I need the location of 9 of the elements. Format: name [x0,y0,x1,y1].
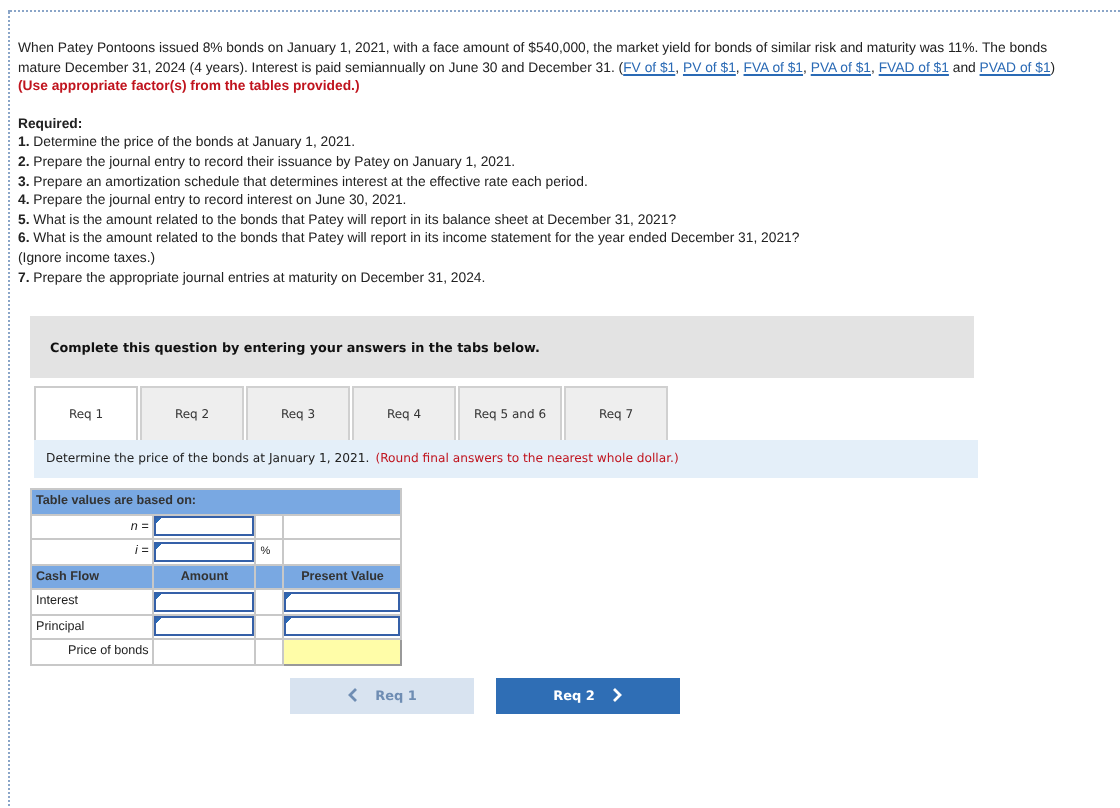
input-field[interactable] [284,616,401,637]
total-field [283,639,402,665]
input-field[interactable] [284,591,401,612]
input-field[interactable] [154,516,255,537]
input-field[interactable] [154,616,255,637]
input-field[interactable] [154,591,255,612]
chevron-left-icon [347,688,358,703]
chevron-right-icon [612,688,623,703]
input-field[interactable] [154,541,255,562]
